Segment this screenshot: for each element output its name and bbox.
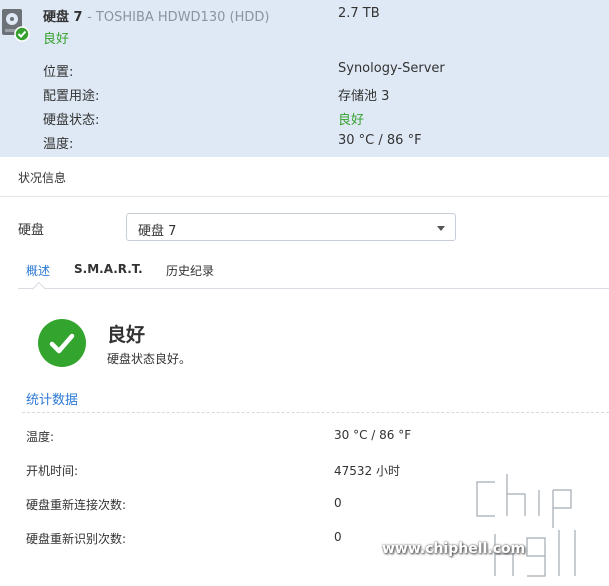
- tab-overview[interactable]: 概述: [26, 262, 50, 279]
- disk-select-value: 硬盘 7: [138, 224, 177, 239]
- statistics-title: 统计数据: [26, 393, 79, 408]
- disk-field-label: 硬盘: [18, 223, 45, 238]
- status-description: 硬盘状态良好。: [107, 352, 192, 366]
- location-value: Synology-Server: [338, 61, 445, 76]
- allocation-value: 存储池 3: [338, 89, 390, 104]
- location-label: 位置:: [43, 65, 74, 80]
- tab-bar: 概述 S.M.A.R.T. 历史纪录: [18, 255, 609, 297]
- stat-power-on-label: 开机时间:: [26, 464, 79, 478]
- disk-summary-card: 硬盘 7 - TOSHIBA HDWD130 (HDD) 2.7 TB 良好 位…: [0, 0, 609, 157]
- stat-reconnect-value: 0: [334, 496, 342, 510]
- tab-history[interactable]: 历史纪录: [166, 262, 214, 279]
- temperature-value: 30 °C / 86 °F: [338, 133, 422, 148]
- watermark-url: www.chiphell.com: [382, 541, 526, 557]
- status-title: 良好: [107, 324, 146, 346]
- disk-model: - TOSHIBA HDWD130 (HDD): [87, 10, 270, 25]
- watermark-logo: [455, 469, 605, 582]
- disk-name: 硬盘 7 - TOSHIBA HDWD130 (HDD): [43, 6, 269, 25]
- stat-reidentify-label: 硬盘重新识别次数:: [26, 532, 127, 546]
- panel-title: 状况信息: [18, 171, 67, 185]
- disk-name-label: 硬盘 7: [43, 10, 83, 25]
- hdd-icon: [2, 9, 30, 42]
- disk-status-label: 硬盘状态:: [43, 113, 100, 128]
- stat-reidentify-value: 0: [334, 530, 342, 544]
- disk-size: 2.7 TB: [338, 6, 380, 21]
- stat-temperature-value: 30 °C / 86 °F: [334, 428, 412, 442]
- stat-power-on-value: 47532 小时: [334, 464, 400, 478]
- caret-down-icon: [437, 226, 445, 231]
- disk-select[interactable]: 硬盘 7: [126, 213, 456, 241]
- tab-smart[interactable]: S.M.A.R.T.: [74, 262, 143, 276]
- disk-status-value: 良好: [338, 113, 365, 128]
- statistics-divider: [22, 412, 609, 413]
- temperature-label: 温度:: [43, 137, 74, 152]
- active-tab-indicator: [31, 281, 47, 297]
- stat-temperature-label: 温度:: [26, 430, 55, 444]
- panel-divider: [0, 196, 609, 197]
- check-circle-icon: [38, 319, 86, 367]
- disk-health-status: 良好: [43, 32, 70, 47]
- stat-reconnect-label: 硬盘重新连接次数:: [26, 498, 127, 512]
- allocation-label: 配置用途:: [43, 89, 100, 104]
